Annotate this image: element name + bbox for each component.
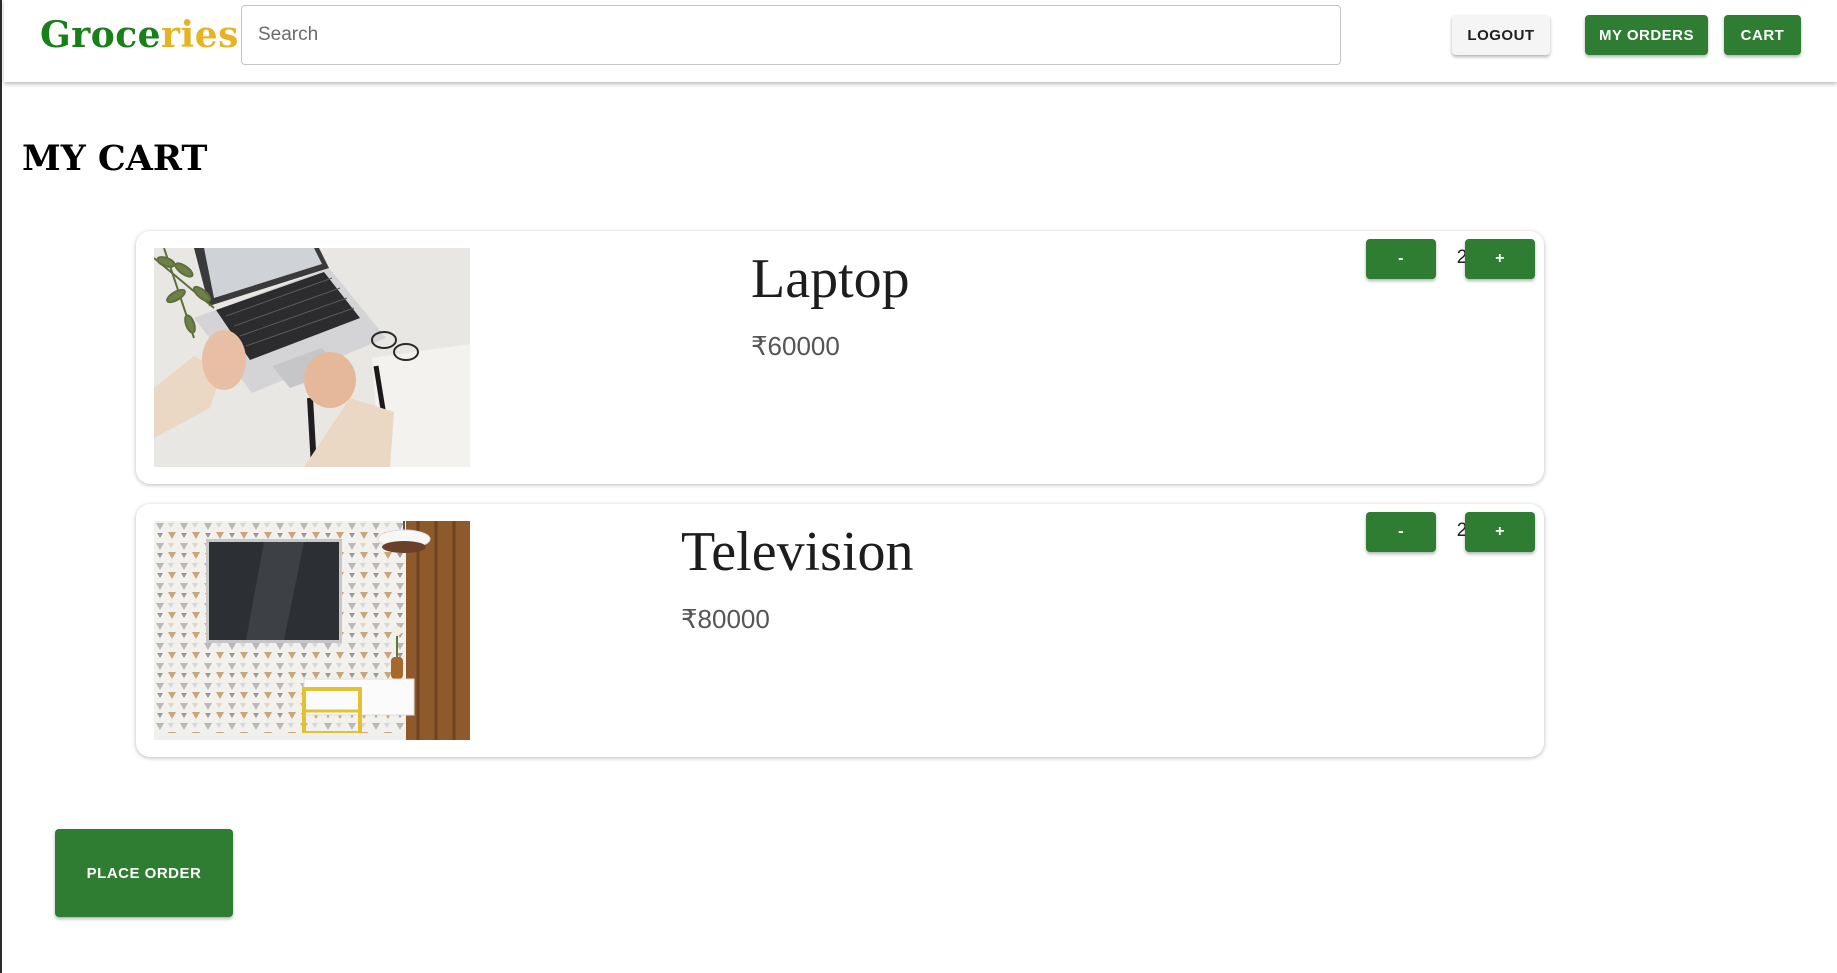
search-input[interactable]: [242, 6, 1340, 64]
search-field[interactable]: [241, 5, 1341, 65]
item-price: ₹60000: [751, 331, 840, 361]
page-title: MY CART: [22, 138, 208, 179]
brand-logo-part2: ries: [161, 14, 239, 56]
increase-quantity-button[interactable]: +: [1465, 512, 1535, 552]
cart-button[interactable]: CART: [1724, 15, 1801, 55]
top-navbar: Groceries LOGOUT MY ORDERS CART: [4, 0, 1837, 82]
brand-logo[interactable]: Groceries: [40, 14, 239, 56]
increase-quantity-button[interactable]: +: [1465, 239, 1535, 279]
my-orders-button[interactable]: MY ORDERS: [1585, 15, 1708, 55]
place-order-button[interactable]: PLACE ORDER: [55, 829, 233, 917]
logout-button[interactable]: LOGOUT: [1452, 15, 1550, 55]
decrease-quantity-button[interactable]: -: [1366, 512, 1436, 552]
cart-item-card: Laptop ₹60000 - 2 +: [136, 231, 1544, 484]
laptop-photo-icon: [154, 248, 470, 467]
item-price: ₹80000: [681, 604, 770, 634]
decrease-quantity-button[interactable]: -: [1366, 239, 1436, 279]
app-page: Groceries LOGOUT MY ORDERS CART MY CART: [0, 0, 1837, 973]
item-name: Laptop: [751, 248, 910, 310]
brand-logo-part1: Groce: [40, 14, 162, 56]
cart-item-card: Television ₹80000 - 2 +: [136, 504, 1544, 757]
television-photo-icon: [154, 521, 470, 740]
item-name: Television: [681, 521, 914, 583]
